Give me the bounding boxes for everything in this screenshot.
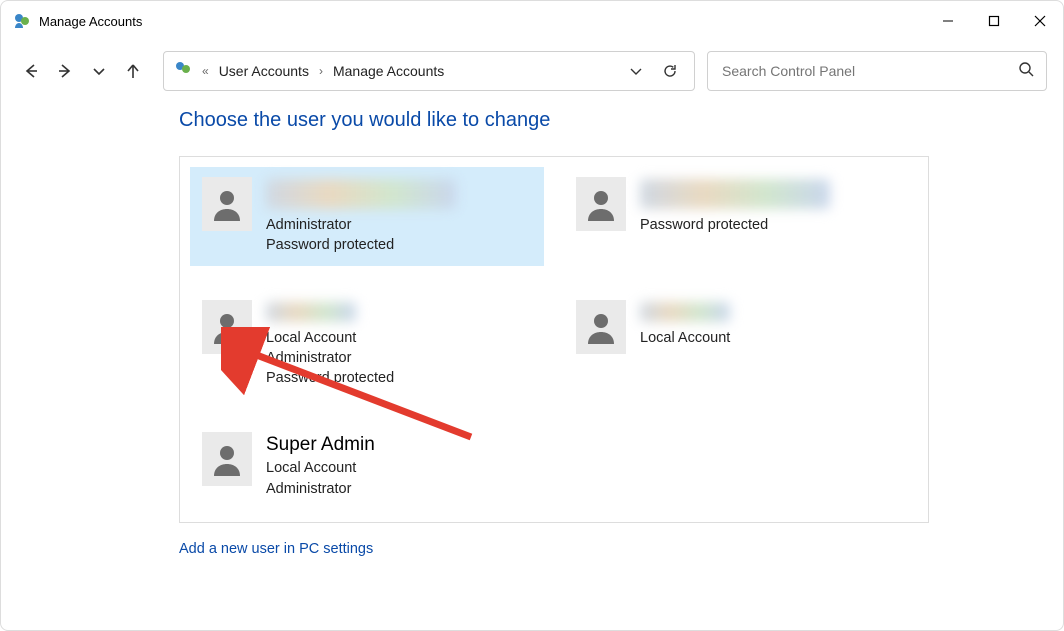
account-name-obscured (266, 179, 456, 209)
window-controls (925, 1, 1063, 41)
account-type: Local Account (266, 328, 394, 348)
account-type: Local Account (640, 328, 730, 348)
account-name: Super Admin (266, 434, 375, 456)
account-tile[interactable]: Local Account (564, 290, 918, 399)
breadcrumb-prefix: « (202, 64, 209, 78)
avatar (576, 300, 626, 354)
account-tile[interactable]: Administrator Password protected (190, 167, 544, 266)
avatar (202, 177, 252, 231)
account-role: Administrator (266, 479, 375, 499)
address-dropdown[interactable] (622, 57, 650, 85)
search-box[interactable] (707, 51, 1047, 91)
avatar (202, 432, 252, 486)
account-password-status: Password protected (266, 235, 456, 255)
accounts-container: Administrator Password protected Passwor… (179, 156, 929, 523)
breadcrumb-root[interactable]: User Accounts (219, 63, 309, 79)
account-name-obscured (640, 179, 830, 209)
account-tile[interactable]: Super Admin Local Account Administrator (190, 422, 544, 512)
account-tile[interactable]: Local Account Administrator Password pro… (190, 290, 544, 399)
page-title: Choose the user you would like to change (179, 109, 923, 132)
refresh-button[interactable] (656, 57, 684, 85)
accounts-icon (13, 12, 31, 30)
avatar (202, 300, 252, 354)
account-name-obscured (266, 302, 356, 322)
minimize-button[interactable] (925, 1, 971, 41)
chevron-right-icon: › (319, 64, 323, 78)
search-icon[interactable] (1018, 61, 1034, 82)
close-button[interactable] (1017, 1, 1063, 41)
forward-button[interactable] (51, 57, 79, 85)
back-button[interactable] (17, 57, 45, 85)
recent-dropdown[interactable] (85, 57, 113, 85)
title-bar: Manage Accounts (1, 1, 1063, 41)
accounts-icon (174, 60, 192, 83)
add-user-link[interactable]: Add a new user in PC settings (179, 541, 373, 557)
account-role: Administrator (266, 215, 456, 235)
account-password-status: Password protected (640, 215, 830, 235)
breadcrumb-current[interactable]: Manage Accounts (333, 63, 444, 79)
account-role: Administrator (266, 348, 394, 368)
account-password-status: Password protected (266, 368, 394, 388)
avatar (576, 177, 626, 231)
address-bar[interactable]: « User Accounts › Manage Accounts (163, 51, 695, 91)
account-tile[interactable]: Password protected (564, 167, 918, 266)
account-name-obscured (640, 302, 730, 322)
nav-buttons (17, 57, 151, 85)
account-type: Local Account (266, 458, 375, 478)
toolbar: « User Accounts › Manage Accounts (1, 41, 1063, 109)
maximize-button[interactable] (971, 1, 1017, 41)
content: Choose the user you would like to change… (1, 109, 1063, 558)
search-input[interactable] (720, 62, 1018, 80)
up-button[interactable] (119, 57, 147, 85)
window-title: Manage Accounts (39, 14, 142, 29)
